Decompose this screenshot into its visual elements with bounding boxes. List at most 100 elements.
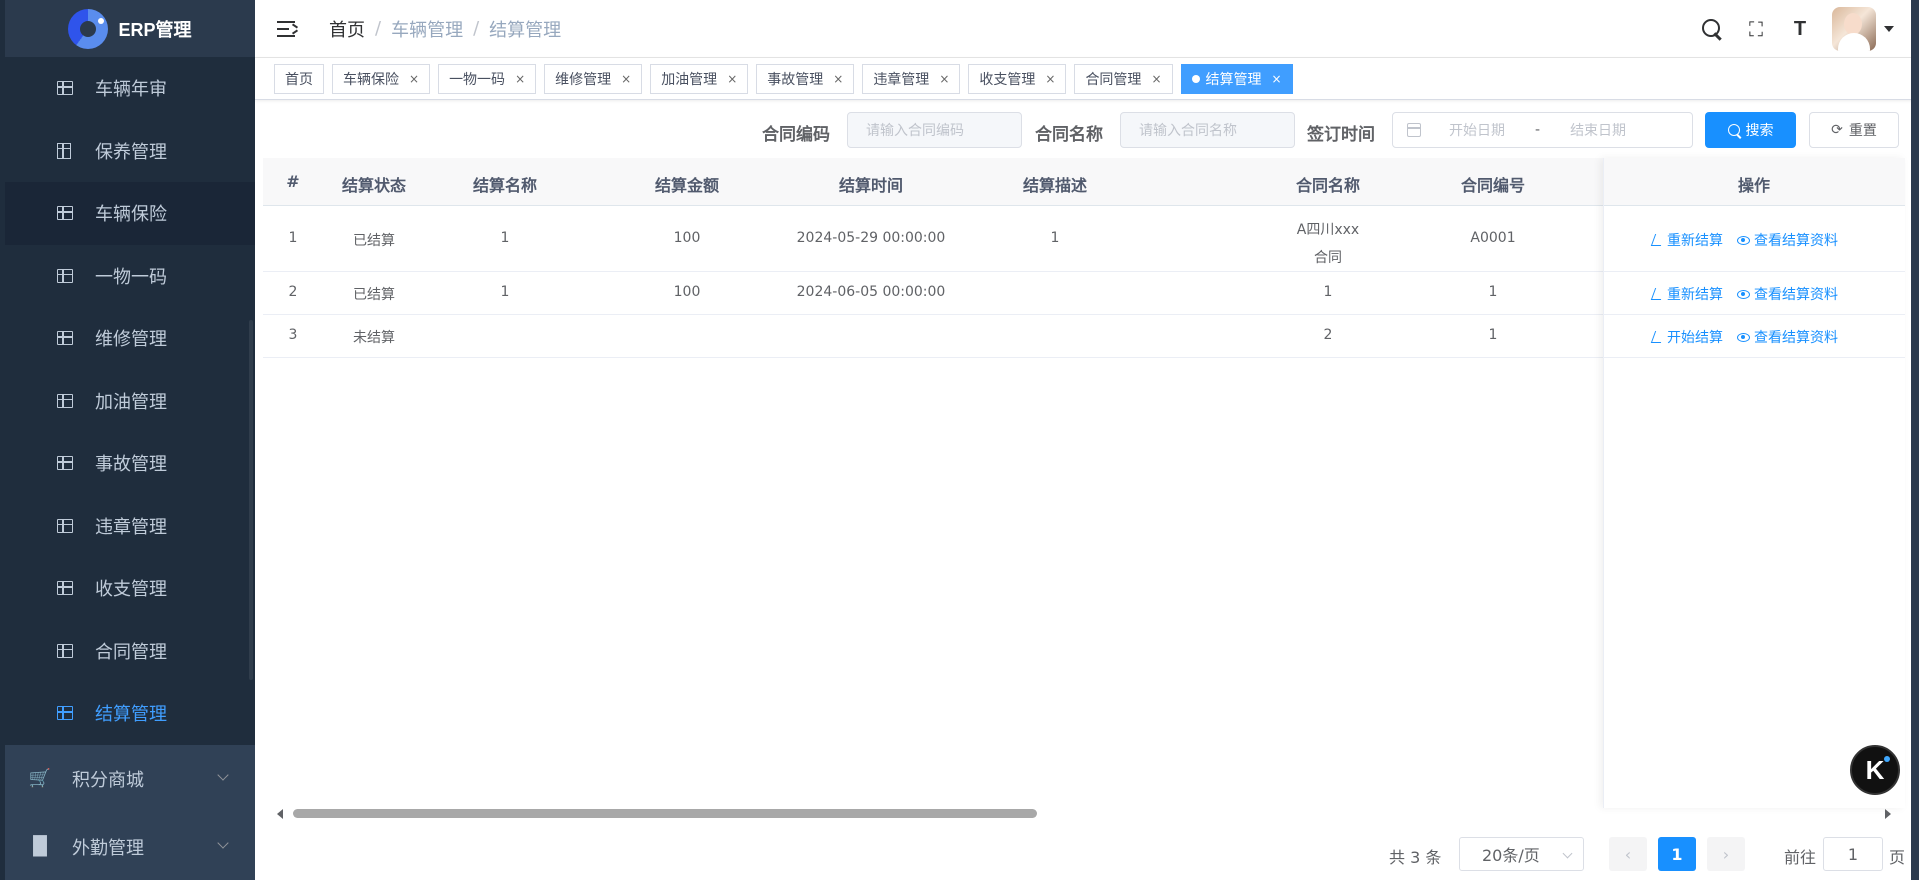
- contract-name-input[interactable]: 请输入合同名称: [1120, 112, 1295, 148]
- contract-name-label: 合同名称: [1035, 125, 1103, 145]
- close-icon[interactable]: ×: [409, 72, 419, 86]
- prev-page-button[interactable]: ‹: [1609, 837, 1647, 871]
- sidebar-item-one-code[interactable]: 一物一码: [5, 245, 255, 308]
- avatar[interactable]: [1832, 7, 1876, 51]
- tag-label: 合同管理: [1085, 71, 1142, 88]
- close-icon[interactable]: ×: [1272, 72, 1282, 86]
- tag-one-code[interactable]: 一物一码 ×: [438, 63, 537, 94]
- tag-insurance[interactable]: 车辆保险 ×: [332, 63, 431, 94]
- sidebar-item-label: 加油管理: [95, 391, 167, 413]
- table-icon: [57, 331, 73, 346]
- column-header: 合同名称: [1295, 176, 1360, 195]
- tag-home[interactable]: 首页: [274, 63, 324, 94]
- start-date-input[interactable]: 开始日期: [1449, 120, 1505, 140]
- column-header: 结算状态: [341, 176, 406, 195]
- table-icon: [57, 706, 73, 721]
- cart-icon: 🛒: [28, 767, 52, 789]
- sidebar-item-annual-review[interactable]: 车辆年审: [5, 57, 255, 120]
- close-icon[interactable]: ×: [621, 72, 631, 86]
- settlement-time: 2024-06-05 00:00:00: [796, 284, 946, 300]
- sidebar-item-maintenance[interactable]: 保养管理: [5, 120, 255, 183]
- floating-k-badge[interactable]: K: [1850, 745, 1900, 795]
- sidebar-scrollbar[interactable]: [249, 320, 253, 680]
- row-index: 2: [288, 284, 298, 300]
- settlement-status: 已结算: [353, 287, 395, 303]
- tag-refuel[interactable]: 加油管理 ×: [650, 63, 749, 94]
- sidebar-item-repair[interactable]: 维修管理: [5, 307, 255, 370]
- horizontal-scrollbar[interactable]: [263, 806, 1905, 820]
- search-form: 合同编码 请输入合同编码 合同名称 请输入合同名称 签订时间 开始日期 - 结束…: [260, 112, 1919, 148]
- active-dot-icon: [1191, 74, 1200, 83]
- contract-name-line: A四川xxx: [1296, 222, 1360, 238]
- contract-name: 2: [1323, 327, 1333, 343]
- sidebar-item-refuel[interactable]: 加油管理: [5, 370, 255, 433]
- tag-accident[interactable]: 事故管理 ×: [756, 63, 855, 94]
- sidebar-group-label: 积分商城: [72, 769, 144, 791]
- tag-settlement[interactable]: 结算管理 ×: [1180, 63, 1293, 94]
- tags-view: 首页 车辆保险 × 一物一码 × 维修管理 × 加油管理 × 事故管理 × 违章管理 × 收…: [255, 58, 1919, 100]
- page-size-select[interactable]: 20条/页: [1459, 837, 1584, 871]
- settlement-time: 2024-05-29 00:00:00: [796, 230, 946, 246]
- tag-label: 结算管理: [1205, 71, 1262, 88]
- logo[interactable]: ERP管理: [5, 0, 255, 57]
- sidebar-item-contract[interactable]: 合同管理: [5, 620, 255, 683]
- table-icon: [57, 456, 73, 471]
- settlement-status: 未结算: [353, 330, 395, 346]
- settlement-amount: 100: [673, 230, 701, 246]
- sidebar-item-insurance[interactable]: 车辆保险: [5, 182, 255, 245]
- page-unit-label: 页: [1889, 848, 1906, 867]
- tag-finance[interactable]: 收支管理 ×: [968, 63, 1067, 94]
- fullscreen-icon[interactable]: ⛶: [1744, 17, 1768, 41]
- tag-contract[interactable]: 合同管理 ×: [1074, 63, 1173, 94]
- breadcrumb: 首页 / 车辆管理 / 结算管理: [329, 16, 561, 42]
- date-range-picker[interactable]: 开始日期 - 结束日期: [1392, 112, 1693, 148]
- sidebar-item-settlement[interactable]: 结算管理: [5, 682, 255, 745]
- chevron-down-icon: [1562, 848, 1573, 859]
- close-icon[interactable]: ×: [939, 72, 949, 86]
- chevron-down-icon: [217, 836, 229, 849]
- sidebar-item-finance[interactable]: 收支管理: [5, 557, 255, 620]
- calendar-icon: [1407, 123, 1421, 137]
- page-number-1[interactable]: 1: [1658, 837, 1696, 871]
- breadcrumb-home[interactable]: 首页: [329, 16, 365, 42]
- close-icon[interactable]: ×: [833, 72, 843, 86]
- hamburger-icon[interactable]: [277, 20, 299, 38]
- close-icon[interactable]: ×: [1151, 72, 1161, 86]
- goto-page-input[interactable]: 1: [1823, 837, 1883, 871]
- settlement-status: 已结算: [353, 233, 395, 249]
- sign-time-label: 签订时间: [1307, 125, 1375, 145]
- tag-repair[interactable]: 维修管理 ×: [544, 63, 643, 94]
- table-icon: [57, 581, 73, 596]
- font-size-icon[interactable]: T: [1788, 17, 1812, 41]
- sidebar-group-points-mall[interactable]: 🛒 积分商城: [5, 744, 255, 813]
- breadcrumb-vehicle: 车辆管理: [391, 19, 464, 41]
- refresh-icon: ⟳: [1831, 122, 1843, 138]
- caret-down-icon[interactable]: [1884, 26, 1894, 32]
- contract-no: A0001: [1470, 230, 1516, 246]
- close-icon[interactable]: ×: [1045, 72, 1055, 86]
- scrollbar-thumb[interactable]: [293, 809, 1037, 818]
- search-button[interactable]: 搜索: [1705, 112, 1796, 148]
- bar-chart-icon: ▐▌: [26, 835, 54, 857]
- settlement-name: 1: [500, 230, 510, 246]
- sidebar-item-violation[interactable]: 违章管理: [5, 495, 255, 558]
- sidebar-group-field-work[interactable]: ▐▌ 外勤管理: [5, 812, 255, 880]
- close-icon[interactable]: ×: [727, 72, 737, 86]
- scroll-left-icon[interactable]: [277, 809, 283, 819]
- document-icon: [57, 142, 71, 159]
- tag-violation[interactable]: 违章管理 ×: [862, 63, 961, 94]
- table-icon: [57, 268, 73, 283]
- close-icon[interactable]: ×: [515, 72, 525, 86]
- contract-name: A四川xxx 合同: [1273, 216, 1383, 272]
- search-icon[interactable]: [1700, 17, 1724, 41]
- next-page-button[interactable]: ›: [1707, 837, 1745, 871]
- reset-button[interactable]: ⟳ 重置: [1809, 112, 1899, 148]
- sidebar-item-label: 事故管理: [95, 454, 167, 476]
- sidebar-item-accident[interactable]: 事故管理: [5, 432, 255, 495]
- end-date-input[interactable]: 结束日期: [1570, 120, 1626, 140]
- contract-code-input[interactable]: 请输入合同编码: [847, 112, 1022, 148]
- sidebar-item-label: 收支管理: [95, 579, 167, 601]
- tag-label: 收支管理: [979, 71, 1036, 88]
- contract-name: 1: [1323, 284, 1333, 300]
- scroll-right-icon[interactable]: [1885, 809, 1891, 819]
